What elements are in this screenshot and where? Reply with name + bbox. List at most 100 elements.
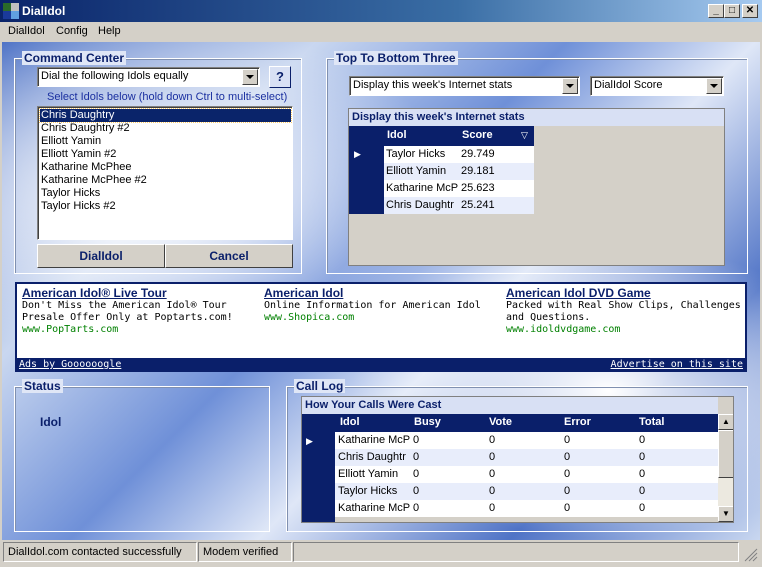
- score-select-value: DialIdol Score: [594, 79, 663, 91]
- column-header-busy[interactable]: Busy: [414, 416, 441, 428]
- cell-busy: 0: [413, 502, 420, 514]
- menu-help[interactable]: Help: [98, 25, 121, 37]
- select-instruction: Select Idols below (hold down Ctrl to mu…: [47, 91, 288, 103]
- column-header-vote[interactable]: Vote: [489, 416, 512, 428]
- idol-listbox[interactable]: Chris Daughtry Chris Daughtry #2 Elliott…: [37, 106, 293, 240]
- ad-text: and Questions.: [506, 312, 591, 323]
- dial-mode-select[interactable]: Dial the following Idols equally: [37, 67, 260, 87]
- top-bottom-title: Top To Bottom Three: [334, 51, 458, 65]
- help-button[interactable]: ?: [269, 66, 291, 88]
- column-header-total[interactable]: Total: [639, 416, 664, 428]
- cell-busy: 0: [413, 451, 420, 463]
- dropdown-arrow-icon[interactable]: [562, 78, 578, 94]
- stats-grid-caption: Display this week's Internet stats: [349, 109, 724, 126]
- cell-idol: Elliott Yamin: [386, 165, 447, 177]
- score-select[interactable]: DialIdol Score: [590, 76, 724, 96]
- stats-grid[interactable]: Display this week's Internet stats Idol …: [348, 108, 725, 266]
- close-icon[interactable]: ✕: [742, 4, 758, 18]
- ad-url-link[interactable]: www.PopTarts.com: [22, 324, 118, 335]
- cell-error: 0: [564, 451, 571, 463]
- call-log-grid[interactable]: How Your Calls Were Cast Idol Busy Vote …: [301, 396, 734, 523]
- cell-vote: 0: [489, 502, 496, 514]
- menu-config[interactable]: Config: [56, 25, 88, 37]
- help-icon: ?: [276, 69, 284, 84]
- row-pointer-icon: ▶: [354, 149, 361, 159]
- call-log-title: Call Log: [294, 379, 346, 393]
- list-item[interactable]: Taylor Hicks #2: [41, 200, 116, 213]
- cell-busy: 0: [413, 434, 420, 446]
- stats-select[interactable]: Display this week's Internet stats: [349, 76, 580, 96]
- dropdown-arrow-icon[interactable]: [706, 78, 722, 94]
- status-group: [14, 386, 270, 532]
- cell-vote: 0: [489, 468, 496, 480]
- ad-text: Online Information for American Idol: [264, 300, 481, 311]
- column-header-error[interactable]: Error: [564, 416, 591, 428]
- minimize-icon[interactable]: _: [708, 4, 724, 18]
- dial-mode-value: Dial the following Idols equally: [41, 70, 189, 82]
- column-header-idol[interactable]: Idol: [340, 416, 360, 428]
- stats-grid-header: [349, 126, 534, 146]
- ads-by-link[interactable]: Ads by Goooooogle: [19, 359, 121, 370]
- ad-text: Packed with Real Show Clips, Challenges: [506, 300, 741, 311]
- status-panel-connection: DialIdol.com contacted successfully: [3, 542, 197, 562]
- cell-idol: Chris Daughtr: [338, 451, 406, 463]
- list-item[interactable]: Chris Daughtry: [39, 108, 292, 123]
- ad-text: Presale Offer Only at Poptarts.com!: [22, 312, 233, 323]
- cell-total: 0: [639, 485, 646, 497]
- cell-idol: Elliott Yamin: [338, 468, 399, 480]
- stats-select-value: Display this week's Internet stats: [353, 79, 513, 91]
- list-item[interactable]: Taylor Hicks: [41, 187, 100, 200]
- advertise-link[interactable]: Advertise on this site: [611, 359, 743, 370]
- cell-vote: 0: [489, 485, 496, 497]
- maximize-icon[interactable]: □: [724, 4, 740, 18]
- title-bar[interactable]: DialIdol _ □ ✕: [0, 0, 762, 22]
- list-item[interactable]: Elliott Yamin #2: [41, 148, 116, 161]
- list-item[interactable]: Katharine McPhee: [41, 161, 132, 174]
- cell-total: 0: [639, 502, 646, 514]
- ad-title-link[interactable]: American Idol: [264, 286, 343, 300]
- cell-busy: 0: [413, 485, 420, 497]
- status-idol-label: Idol: [40, 415, 62, 429]
- scrollbar-thumb[interactable]: [718, 430, 733, 478]
- cell-error: 0: [564, 485, 571, 497]
- status-panel-modem: Modem verified: [198, 542, 292, 562]
- cell-idol: Katharine McP: [386, 182, 459, 194]
- ad-title-link[interactable]: American Idol DVD Game: [506, 286, 651, 300]
- scroll-up-icon[interactable]: ▲: [718, 414, 733, 430]
- column-header-idol[interactable]: Idol: [387, 129, 407, 141]
- row-pointer-icon: ▶: [306, 436, 313, 446]
- ad-text: Don't Miss the American Idol® Tour: [22, 300, 227, 311]
- cell-score: 29.181: [461, 165, 495, 177]
- cell-score: 25.623: [461, 182, 495, 194]
- status-panel-empty: [293, 542, 739, 562]
- cell-idol: Katharine McP: [338, 502, 411, 514]
- cell-idol: Taylor Hicks: [386, 148, 446, 160]
- command-center-title: Command Center: [22, 51, 127, 65]
- list-item[interactable]: Chris Daughtry #2: [41, 122, 130, 135]
- cell-vote: 0: [489, 451, 496, 463]
- cell-idol: Taylor Hicks: [338, 485, 398, 497]
- list-item[interactable]: Katharine McPhee #2: [41, 174, 147, 187]
- menu-dialidol[interactable]: DialIdol: [8, 25, 45, 37]
- dropdown-arrow-icon[interactable]: [242, 69, 258, 85]
- window-title: DialIdol: [22, 4, 66, 18]
- cell-total: 0: [639, 451, 646, 463]
- menu-bar: DialIdol Config Help: [0, 22, 762, 42]
- cancel-button[interactable]: Cancel: [165, 244, 293, 268]
- status-title: Status: [22, 379, 63, 393]
- scroll-down-icon[interactable]: ▼: [718, 506, 733, 522]
- size-grip-icon[interactable]: [742, 546, 758, 562]
- cell-total: 0: [639, 468, 646, 480]
- cell-error: 0: [564, 434, 571, 446]
- list-item[interactable]: Elliott Yamin: [41, 135, 101, 148]
- cell-score: 25.241: [461, 199, 495, 211]
- column-header-score[interactable]: Score: [462, 129, 493, 141]
- sort-icon[interactable]: ▽: [521, 130, 528, 141]
- cell-idol: Chris Daughtr: [386, 199, 454, 211]
- ad-title-link[interactable]: American Idol® Live Tour: [22, 286, 167, 300]
- cell-error: 0: [564, 502, 571, 514]
- cell-score: 29.749: [461, 148, 495, 160]
- dialidol-button[interactable]: DialIdol: [37, 244, 165, 268]
- ad-url-link[interactable]: www.idoldvdgame.com: [506, 324, 620, 335]
- ad-url-link[interactable]: www.Shopica.com: [264, 312, 354, 323]
